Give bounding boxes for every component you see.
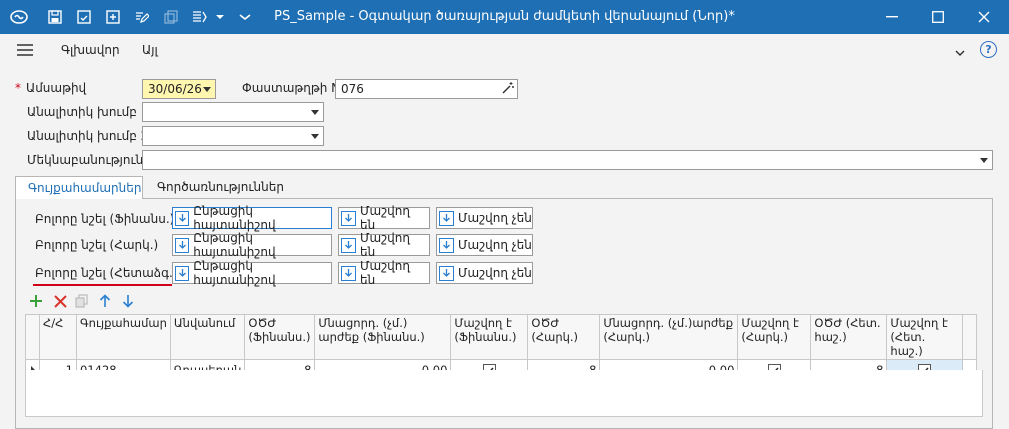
non-depreciable-tax-button[interactable]: Մաշվող չեն (436, 234, 533, 256)
arrow-down-icon (175, 210, 190, 226)
depreciable-tax-button[interactable]: Մաշվող են (338, 231, 430, 259)
grid-header-depreciable-financial[interactable]: Մաշվող է (Ֆինանս.) (450, 314, 529, 360)
arrow-down-icon (341, 265, 356, 281)
mark-all-deferred-label: Բոլորը նշել (Հետաձգ.) (35, 266, 178, 280)
close-button[interactable] (961, 0, 1007, 34)
grid-header-filler (962, 314, 978, 360)
arrow-down-icon (341, 210, 356, 226)
add-row-icon[interactable] (28, 293, 44, 309)
doc-number-label: Փաստաթղթի N (242, 81, 341, 95)
analytic-group-1-select[interactable] (142, 102, 324, 122)
depreciable-financial-button[interactable]: Մաշվող են (338, 204, 430, 232)
grid-header-depreciable-tax[interactable]: Մաշվող է (Հարկ.) (737, 314, 812, 360)
doc-number-field[interactable]: 076 (335, 79, 518, 99)
grid-header-name[interactable]: Անվանում (169, 314, 246, 360)
tab-inventory-numbers[interactable]: Գույքահամարներ (15, 176, 143, 199)
non-depreciable-financial-button[interactable]: Մաշվող չեն (436, 207, 533, 229)
non-depreciable-deferred-button[interactable]: Մաշվող չեն (436, 262, 533, 284)
arrow-down-icon (439, 265, 454, 281)
maximize-button[interactable] (915, 0, 961, 34)
analytic-group-2-label: Անալիտիկ խումբ 2 (27, 129, 149, 143)
mark-all-tax-label: Բոլորը նշել (Հարկ.) (35, 238, 159, 252)
help-icon[interactable]: ? (980, 41, 997, 58)
move-up-icon[interactable] (97, 293, 113, 309)
grid-header-indicator (25, 314, 40, 360)
minimize-button[interactable] (869, 0, 915, 34)
analytic-group-2-select[interactable] (142, 126, 324, 146)
hamburger-menu-icon[interactable] (17, 44, 33, 59)
grid-header-inventory-number[interactable]: Գույքահամար (76, 314, 171, 360)
date-label: * Ամսաթիվ (15, 81, 87, 95)
date-dropdown-icon[interactable] (203, 87, 211, 92)
menu-bar: Գլխավոր Այլ ? (0, 34, 1009, 66)
grid-header-residual-value-tax[interactable]: Մնացորդ. (չմ.)արժեք (Հարկ.) (599, 314, 739, 360)
copy-row-icon[interactable] (74, 293, 90, 309)
description-label: Մեկնաբանություն (27, 153, 144, 167)
description-field[interactable] (142, 150, 993, 170)
grid-header-useful-life-deferred[interactable]: ՕԾԺ (Հետ. հաշ.) (810, 314, 888, 360)
grid-header-index[interactable]: Հ/Հ (39, 314, 77, 360)
date-field[interactable]: 30/06/26 (142, 79, 216, 99)
arrow-down-icon (439, 237, 454, 253)
arrow-down-icon (175, 237, 190, 253)
tab-operations[interactable]: Գործառնություններ (145, 176, 285, 199)
grid-header-useful-life-tax[interactable]: ՕԾԺ (Հարկ.) (527, 314, 601, 360)
grid-empty-area (25, 370, 983, 417)
current-flag-deferred-button[interactable]: Ընթացիկ հայտանիշով (172, 259, 332, 287)
arrow-down-icon (175, 265, 190, 281)
mark-all-financial-label: Բոլորը նշել (Ֆինանս.) (35, 212, 175, 226)
chevron-down-icon[interactable] (955, 46, 965, 60)
deferred-underline (33, 284, 172, 286)
title-bar: PS_Sample - Օգտակար ծառայության ժամկետի … (0, 0, 1009, 34)
magic-wand-icon[interactable] (502, 82, 514, 97)
menu-item-other[interactable]: Այլ (142, 43, 158, 57)
move-down-icon[interactable] (120, 293, 136, 309)
grid-header-residual-value-financial[interactable]: Մնացորդ. (չմ.) արժեք (Ֆինանս.) (314, 314, 452, 360)
current-flag-financial-button[interactable]: Ընթացիկ հայտանիշով (172, 204, 332, 232)
arrow-down-icon (439, 210, 454, 226)
current-flag-tax-button[interactable]: Ընթացիկ հայտանիշով (172, 231, 332, 259)
depreciable-deferred-button[interactable]: Մաշվող են (338, 259, 430, 287)
grid-header-depreciable-deferred[interactable]: Մաշվող է (Հետ. հաշ.) (886, 314, 964, 360)
grid-header-useful-life-financial[interactable]: ՕԾԺ (Ֆինանս.) (244, 314, 316, 360)
delete-row-icon[interactable] (52, 293, 68, 309)
arrow-down-icon (341, 237, 356, 253)
menu-item-main[interactable]: Գլխավոր (61, 43, 120, 57)
analytic-group-1-label: Անալիտիկ խումբ 1 (27, 105, 149, 119)
window-title: PS_Sample - Օգտակար ծառայության ժամկետի … (274, 9, 735, 24)
